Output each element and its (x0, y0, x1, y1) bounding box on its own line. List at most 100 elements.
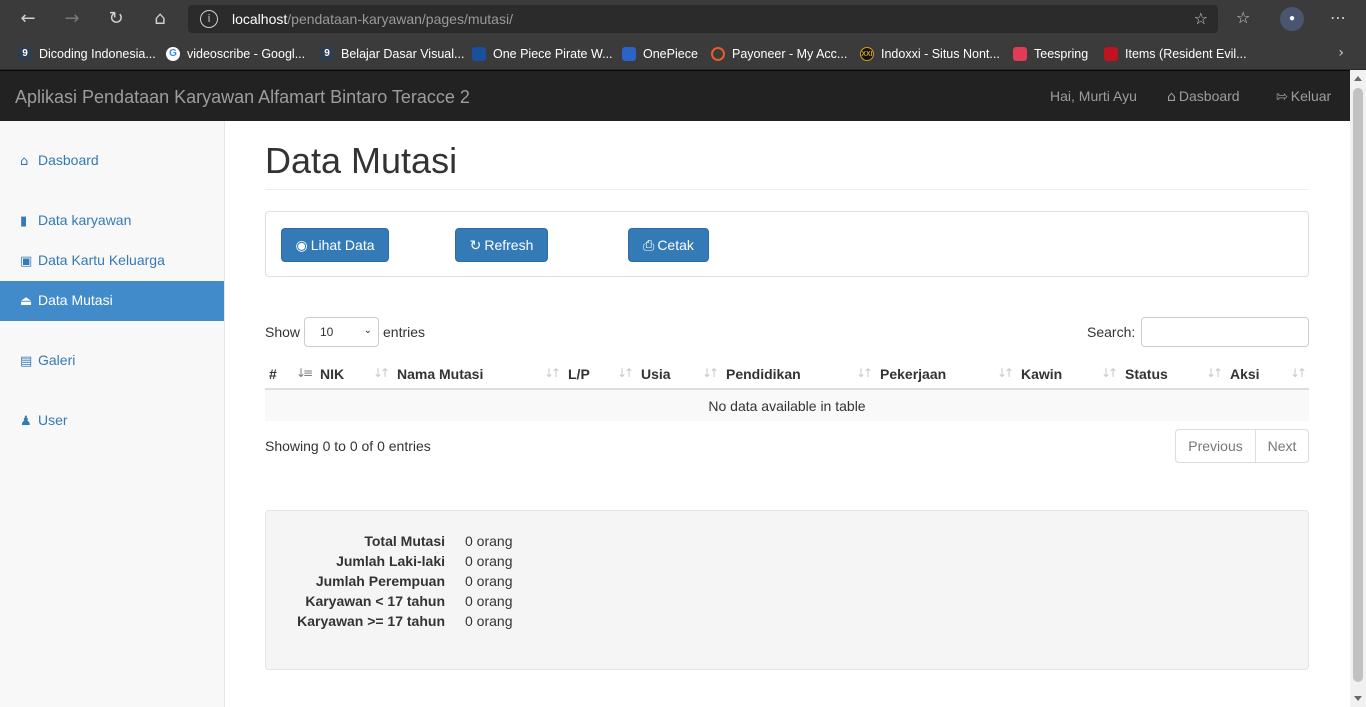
view-data-button[interactable]: ◉ Lihat Data (281, 228, 389, 262)
sort-icon[interactable]: ↓↑ (617, 366, 634, 380)
summary-value-karyawan-under-17: 0 orang (465, 593, 513, 609)
sidebar-item-data-karyawan[interactable]: ▮ Data karyawan (0, 201, 224, 241)
chevron-down-icon: ⌄ (363, 325, 372, 336)
bookmark-item[interactable]: Gvideoscribe - Googl... (166, 45, 305, 63)
bookmark-item[interactable]: Payoneer - My Acc... (711, 45, 847, 63)
column-header-number[interactable]: # (269, 366, 277, 382)
shield-icon (622, 47, 636, 61)
sidebar-item-user[interactable]: ♟ User (0, 401, 224, 441)
sort-icon[interactable]: ↓↑ (997, 366, 1014, 380)
home-icon: ⌂ (20, 154, 29, 169)
scroll-down-arrow-icon[interactable] (1354, 696, 1362, 701)
onepiece-icon (472, 47, 486, 61)
summary-label-karyawan-under-17: Karyawan < 17 tahun (305, 593, 445, 609)
forward-arrow-icon[interactable]: → (60, 7, 84, 31)
sort-icon[interactable]: ↓↑ (1101, 366, 1118, 380)
home-icon[interactable]: ⌂ (148, 7, 172, 31)
back-arrow-icon[interactable]: ← (16, 7, 40, 31)
teespring-icon (1013, 47, 1027, 61)
user-icon: ♟ (20, 414, 32, 429)
bookmark-item[interactable]: OnePiece (622, 45, 698, 63)
search-input[interactable] (1141, 317, 1309, 347)
column-header-aksi[interactable]: Aksi (1230, 366, 1260, 382)
bookmark-item[interactable]: Items (Resident Evil... (1104, 45, 1247, 63)
picture-icon: ▤ (20, 354, 33, 369)
eye-icon: ◉ (295, 238, 308, 254)
info-icon[interactable]: i (200, 10, 218, 28)
column-header-usia[interactable]: Usia (641, 366, 671, 382)
column-header-kawin[interactable]: Kawin (1021, 366, 1062, 382)
scroll-thumb[interactable] (1353, 88, 1363, 682)
print-icon: ⎙ (643, 238, 655, 254)
more-menu-icon[interactable]: ⋯ (1330, 8, 1346, 27)
next-page-button[interactable]: Next (1256, 430, 1308, 462)
sort-icon[interactable]: ↓↑ (702, 366, 719, 380)
summary-value-total-mutasi: 0 orang (465, 533, 513, 549)
dicoding-icon: 9 (320, 47, 334, 61)
column-header-nama-mutasi[interactable]: Nama Mutasi (397, 366, 483, 382)
toolbar-panel: ◉ Lihat Data ↻ Refresh ⎙ Cetak (265, 211, 1309, 277)
add-favorite-icon[interactable]: ☆ (1194, 9, 1208, 28)
sort-icon[interactable]: ↓↑ (1206, 366, 1223, 380)
summary-label-total-mutasi: Total Mutasi (364, 533, 445, 549)
sidebar-item-data-mutasi[interactable]: ⏏ Data Mutasi (0, 281, 224, 321)
column-header-lp[interactable]: L/P (568, 366, 590, 382)
summary-value-jumlah-perempuan: 0 orang (465, 573, 513, 589)
favorites-icon[interactable]: ☆ (1236, 8, 1250, 27)
logout-link[interactable]: ⇰ Keluar (1276, 88, 1331, 105)
sort-icon[interactable]: ↓↑ (856, 366, 873, 380)
sort-icon[interactable]: ↓↑ (544, 366, 561, 380)
page-title: Data Mutasi (265, 140, 458, 181)
table-empty-row: No data available in table (265, 390, 1309, 421)
column-header-status[interactable]: Status (1125, 366, 1168, 382)
payoneer-icon (711, 47, 725, 61)
chevron-right-icon[interactable]: › (1338, 45, 1344, 61)
entries-label: entries (383, 324, 426, 340)
sort-icon[interactable]: ↓↑ (1290, 366, 1307, 380)
summary-label-jumlah-perempuan: Jumlah Perempuan (315, 573, 445, 589)
page-scrollbar[interactable] (1350, 70, 1366, 707)
home-icon: ⌂ (1167, 89, 1176, 105)
sidebar-item-galeri[interactable]: ▤ Galeri (0, 341, 224, 381)
title-divider (265, 189, 1309, 190)
sidebar-item-data-kartu-keluarga[interactable]: ▣ Data Kartu Keluarga (0, 241, 224, 281)
bookmark-item[interactable]: Teespring (1013, 45, 1088, 63)
logout-icon: ⇰ (1276, 89, 1288, 105)
scroll-up-arrow-icon[interactable] (1354, 76, 1362, 81)
app-brand[interactable]: Aplikasi Pendataan Karyawan Alfamart Bin… (15, 87, 470, 108)
eject-icon: ⏏ (20, 294, 33, 309)
address-bar[interactable]: i localhost/pendataan-karyawan/pages/mut… (188, 5, 1218, 33)
bookmark-item[interactable]: XXI Indoxxi - Situs Nont... (860, 45, 1000, 63)
sort-asc-icon[interactable]: ↓≡ (296, 366, 313, 380)
bookmark-item[interactable]: 9 Dicoding Indonesia... (18, 45, 156, 63)
search-label: Search: (1087, 324, 1136, 340)
bookmark-item[interactable]: 9 Belajar Dasar Visual... (320, 45, 464, 63)
sidebar: ⌂ Dasboard ▮ Data karyawan ▣ Data Kartu Kel… (0, 121, 225, 707)
url-text[interactable]: localhost/pendataan-karyawan/pages/mutas… (232, 11, 513, 27)
bookmark-item[interactable]: One Piece Pirate W... (472, 45, 613, 63)
user-greeting[interactable]: Hai, Murti Ayu (1050, 88, 1137, 104)
indoxxi-icon: XXI (860, 47, 874, 61)
previous-page-button[interactable]: Previous (1176, 430, 1255, 462)
page-size-select[interactable]: 10 ⌄ (304, 317, 379, 347)
summary-value-karyawan-17-plus: 0 orang (465, 613, 513, 629)
refresh-button[interactable]: ↻ Refresh (455, 228, 548, 262)
summary-value-jumlah-laki-laki: 0 orang (465, 553, 513, 569)
google-icon: G (166, 47, 180, 61)
pagination: Previous Next (1175, 429, 1309, 463)
refresh-icon: ↻ (469, 238, 482, 254)
column-header-pekerjaan[interactable]: Pekerjaan (880, 366, 946, 382)
resident-evil-icon (1104, 47, 1118, 61)
nav-dashboard-link[interactable]: ⌂ Dasboard (1167, 88, 1240, 105)
summary-label-karyawan-17-plus: Karyawan >= 17 tahun (297, 613, 445, 629)
bookmarks-bar: 9 Dicoding Indonesia... Gvideoscribe - Go… (0, 38, 1366, 70)
inbox-icon: ▣ (20, 254, 33, 269)
sidebar-item-dashboard[interactable]: ⌂ Dasboard (0, 141, 224, 181)
sort-icon[interactable]: ↓↑ (373, 366, 390, 380)
column-header-pendidikan[interactable]: Pendidikan (726, 366, 801, 382)
print-button[interactable]: ⎙ Cetak (628, 228, 709, 262)
app-navbar: Aplikasi Pendataan Karyawan Alfamart Bin… (0, 70, 1350, 121)
reload-icon[interactable]: ↻ (104, 7, 128, 31)
profile-avatar[interactable]: ● (1280, 7, 1304, 31)
column-header-nik[interactable]: NIK (320, 366, 344, 382)
